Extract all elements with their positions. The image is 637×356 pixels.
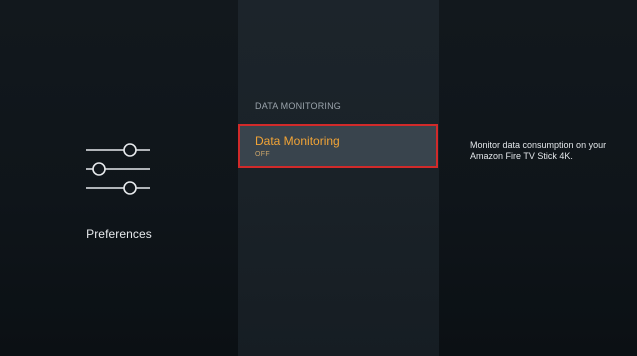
section-header: DATA MONITORING [255, 101, 342, 111]
middle-panel: DATA MONITORING Data Monitoring OFF [238, 0, 439, 356]
preferences-sliders-icon [86, 143, 150, 195]
menu-item-title: Data Monitoring [255, 134, 340, 148]
left-panel: Preferences [0, 0, 238, 356]
menu-item-status: OFF [255, 151, 270, 158]
item-description: Monitor data consumption on your Amazon … [470, 140, 607, 161]
preferences-label: Preferences [86, 227, 152, 241]
right-panel: Monitor data consumption on your Amazon … [439, 0, 637, 356]
data-monitoring-menu-item[interactable]: Data Monitoring OFF [238, 124, 438, 168]
